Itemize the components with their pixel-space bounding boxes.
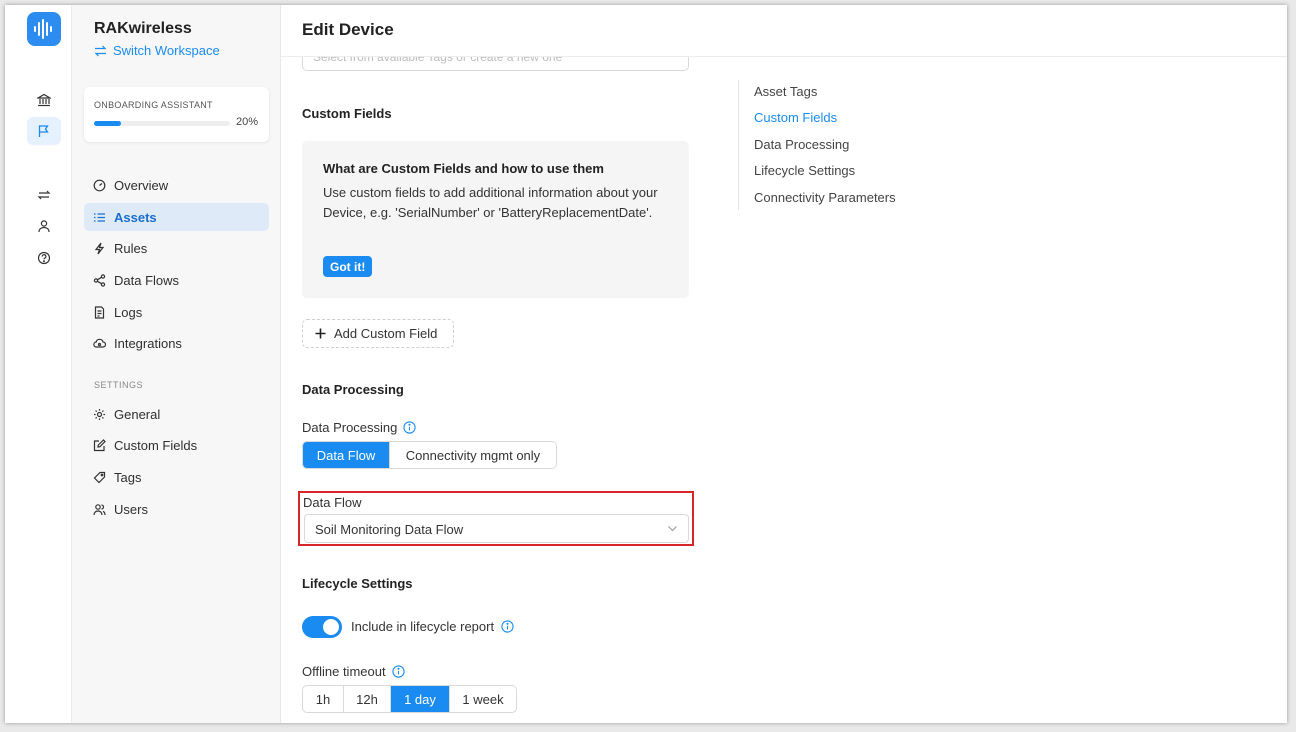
gear-icon	[93, 408, 106, 421]
anchor-custom-fields[interactable]: Custom Fields	[754, 110, 837, 125]
list-icon	[93, 211, 106, 224]
got-it-button[interactable]: Got it!	[323, 256, 373, 277]
swap-icon	[94, 45, 107, 56]
add-custom-field-button[interactable]: Add Custom Field	[302, 319, 454, 348]
anchor-connectivity-parameters[interactable]: Connectivity Parameters	[754, 190, 896, 205]
help-card-body: Use custom fields to add additional info…	[323, 185, 658, 220]
edit-icon	[93, 438, 106, 452]
anchor-asset-tags[interactable]: Asset Tags	[754, 84, 817, 99]
onboarding-title: ONBOARDING ASSISTANT	[94, 100, 213, 110]
onboarding-progress-bar	[94, 121, 230, 126]
page-title: Edit Device	[302, 20, 394, 39]
anchor-data-processing[interactable]: Data Processing	[754, 137, 849, 152]
info-icon[interactable]	[391, 665, 405, 678]
custom-fields-heading: Custom Fields	[302, 106, 392, 121]
timeout-option-1-day[interactable]: 1 day	[391, 686, 450, 712]
nav-label: Custom Fields	[114, 437, 198, 453]
nav-label: Integrations	[114, 335, 182, 351]
toggle-knob	[323, 619, 339, 635]
main-content: Edit Device Select from available Tags o…	[281, 5, 1287, 723]
onboarding-assistant-card[interactable]: ONBOARDING ASSISTANT 20%	[84, 87, 269, 142]
plus-icon	[315, 328, 326, 339]
nav-label: Overview	[114, 177, 169, 193]
timeout-option-1h[interactable]: 1h	[303, 686, 344, 712]
nav-item-custom-fields[interactable]: Custom Fields	[84, 431, 269, 459]
nav-item-overview[interactable]: Overview	[84, 171, 269, 199]
share-icon	[93, 273, 106, 287]
cloud-icon	[93, 337, 106, 350]
offline-timeout-label-row: Offline timeout	[302, 664, 405, 679]
timeout-option-1-week[interactable]: 1 week	[450, 686, 516, 712]
data-processing-label: Data Processing	[302, 420, 398, 435]
flag-icon[interactable]	[27, 117, 61, 145]
data-processing-label-row: Data Processing	[302, 420, 417, 435]
tag-icon	[93, 471, 106, 484]
timeout-option-12h[interactable]: 12h	[344, 686, 391, 712]
lightning-icon	[93, 242, 106, 255]
onboarding-progress-fill	[94, 121, 122, 126]
user-icon[interactable]	[27, 212, 61, 240]
icon-rail	[5, 5, 72, 723]
switch-workspace-link[interactable]: Switch Workspace	[94, 43, 220, 58]
offline-timeout-label: Offline timeout	[302, 664, 386, 679]
data-flow-option[interactable]: Data Flow	[303, 442, 390, 468]
bank-icon[interactable]	[27, 86, 61, 114]
nav-label: Assets	[114, 209, 157, 225]
switch-workspace-label: Switch Workspace	[113, 43, 220, 58]
nav-item-integrations[interactable]: Integrations	[84, 329, 269, 357]
app-window: RAKwireless Switch Workspace ONBOARDING …	[5, 5, 1287, 723]
nav-label: Logs	[114, 304, 143, 320]
info-icon[interactable]	[403, 421, 417, 434]
chevron-down-icon	[668, 526, 677, 532]
custom-fields-help-card: What are Custom Fields and how to use th…	[302, 141, 689, 298]
nav-item-users[interactable]: Users	[84, 495, 269, 523]
help-icon[interactable]	[27, 244, 61, 272]
data-flow-field-highlight: Data Flow Soil Monitoring Data Flow	[298, 491, 694, 546]
nav-item-assets[interactable]: Assets	[84, 203, 269, 231]
nav-item-general[interactable]: General	[84, 400, 269, 428]
switch-icon[interactable]	[27, 181, 61, 209]
rakwireless-logo[interactable]	[27, 12, 61, 46]
nav-label: Data Flows	[114, 272, 180, 288]
offline-timeout-toggle: 1h 12h 1 day 1 week	[302, 685, 517, 713]
data-flow-selected-value: Soil Monitoring Data Flow	[315, 522, 464, 537]
data-flow-select[interactable]: Soil Monitoring Data Flow	[304, 514, 689, 543]
file-icon	[93, 305, 106, 319]
settings-header: SETTINGS	[94, 380, 144, 390]
nav-item-tags[interactable]: Tags	[84, 463, 269, 491]
lifecycle-settings-heading: Lifecycle Settings	[302, 576, 413, 591]
workspace-name: RAKwireless	[94, 20, 192, 37]
data-processing-toggle: Data Flow Connectivity mgmt only	[302, 441, 557, 469]
nav-item-data-flows[interactable]: Data Flows	[84, 266, 269, 294]
lifecycle-report-label: Include in lifecycle report	[351, 619, 495, 634]
connectivity-mgmt-option[interactable]: Connectivity mgmt only	[390, 442, 556, 468]
lifecycle-report-label-row: Include in lifecycle report	[351, 619, 514, 634]
help-card-title: What are Custom Fields and how to use th…	[323, 161, 604, 176]
nav-item-logs[interactable]: Logs	[84, 298, 269, 326]
sidebar: RAKwireless Switch Workspace ONBOARDING …	[72, 5, 281, 723]
page-header: Edit Device	[281, 5, 1287, 57]
data-processing-heading: Data Processing	[302, 382, 404, 397]
users-icon	[93, 503, 106, 516]
nav-item-rules[interactable]: Rules	[84, 234, 269, 262]
lifecycle-report-toggle[interactable]	[302, 616, 342, 638]
nav-label: Rules	[114, 240, 148, 256]
nav-label: Tags	[114, 469, 142, 485]
onboarding-progress-label: 20%	[236, 116, 259, 128]
add-custom-field-label: Add Custom Field	[334, 326, 438, 341]
nav-label: Users	[114, 501, 148, 517]
nav-label: General	[114, 406, 161, 422]
data-flow-label: Data Flow	[303, 495, 362, 510]
info-icon[interactable]	[501, 620, 514, 633]
anchor-lifecycle-settings[interactable]: Lifecycle Settings	[754, 163, 855, 178]
dashboard-icon	[93, 179, 106, 192]
section-anchor-nav: Asset Tags Custom Fields Data Processing…	[738, 80, 896, 210]
